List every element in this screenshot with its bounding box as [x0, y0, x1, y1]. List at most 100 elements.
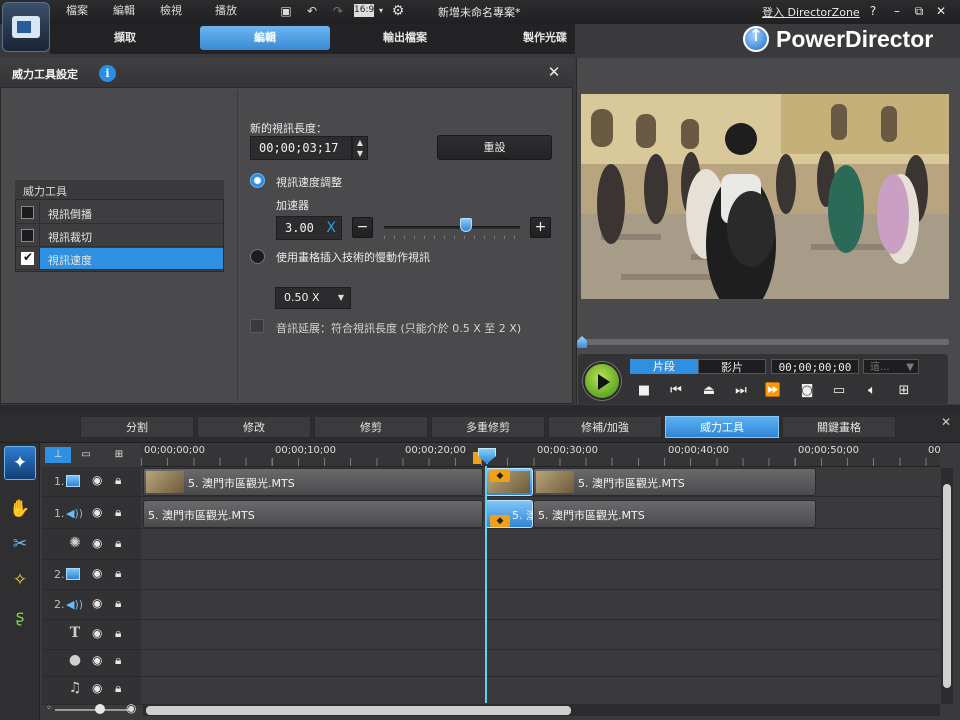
timecode-display[interactable]: 00;00;00;00 [771, 359, 859, 374]
room-tab-trim[interactable]: 修剪 [314, 416, 428, 438]
new-length-field[interactable]: 00;00;03;17 [250, 136, 352, 160]
track-row[interactable] [141, 590, 940, 620]
storyboard-view-button[interactable]: ▭ [75, 447, 97, 463]
lock-icon[interactable]: 🔒︎ [115, 566, 121, 581]
tool-item-checkbox[interactable] [21, 229, 34, 242]
play-button[interactable] [583, 362, 621, 400]
next-frame-icon[interactable]: ⏭ [731, 381, 751, 401]
playhead-line[interactable] [485, 466, 487, 703]
increase-speed-button[interactable]: + [530, 217, 551, 238]
volume-icon[interactable]: 🔈︎ [862, 381, 882, 401]
reset-button[interactable]: 重設 [437, 135, 552, 160]
lock-icon[interactable]: 🔒︎ [115, 536, 121, 551]
lock-icon[interactable]: 🔒︎ [115, 681, 121, 696]
mode-tab-capture[interactable]: 擷取 [60, 26, 190, 50]
eye-icon[interactable]: ◉ [92, 473, 102, 487]
display-mode-icon[interactable]: ▭ [829, 381, 849, 401]
more-options-icon[interactable]: ⊞ [894, 381, 914, 401]
audio-clip[interactable]: 5. 澳門市區觀光.MTS [143, 500, 483, 528]
video-clip[interactable]: 5. 澳門市區觀光.MTS [143, 468, 483, 496]
track-row[interactable] [141, 560, 940, 590]
video-clip[interactable]: 5. 澳門市區觀光.MTS [533, 468, 816, 496]
split-icon[interactable]: ⏏ [699, 381, 719, 401]
eye-icon[interactable]: ◉ [92, 536, 102, 550]
lock-icon[interactable]: 🔒︎ [115, 626, 121, 641]
lock-icon[interactable]: 🔒︎ [115, 596, 121, 611]
new-length-stepper[interactable]: ▲ ▼ [352, 136, 368, 160]
close-window-button[interactable]: ✕ [932, 3, 950, 19]
track-row[interactable] [141, 647, 940, 677]
add-track-button[interactable]: ⊞ [108, 447, 130, 463]
aspect-ratio-button[interactable]: 16:9 [354, 4, 374, 17]
eye-icon[interactable]: ◉ [92, 681, 102, 695]
speed-slider-track[interactable] [384, 226, 520, 229]
snapshot-camera-icon[interactable]: ◙ [797, 381, 817, 401]
decrease-speed-button[interactable]: − [352, 217, 373, 238]
mode-tab-create-disc[interactable]: 製作光碟 [480, 26, 610, 50]
zoom-slider-thumb[interactable] [95, 704, 105, 714]
panel-splitter[interactable] [0, 405, 960, 413]
stop-icon[interactable]: ■ [634, 381, 654, 401]
fast-forward-icon[interactable]: ⏩ [763, 381, 783, 401]
transition-icon[interactable]: ʂ [5, 603, 35, 631]
track-row[interactable] [141, 530, 940, 560]
previous-frame-icon[interactable]: ⏮ [666, 381, 686, 401]
close-icon[interactable]: ✕ [941, 415, 955, 429]
save-icon[interactable]: ▣ [278, 3, 294, 19]
settings-gear-icon[interactable]: ⚙ [390, 3, 406, 19]
zoom-out-icon[interactable]: ◦ [46, 703, 52, 714]
tool-item-speed[interactable]: 視訊速度 [16, 248, 223, 270]
eye-icon[interactable]: ◉ [92, 566, 102, 580]
lock-icon[interactable]: 🔒︎ [115, 473, 121, 488]
timeline-view-button[interactable]: ⊥ [45, 447, 71, 463]
room-tab-multi-trim[interactable]: 多重修剪 [431, 416, 545, 438]
close-icon[interactable]: ✕ [545, 63, 563, 81]
zoom-slider-track[interactable] [55, 709, 130, 711]
help-button[interactable]: ? [864, 3, 882, 19]
room-tab-split[interactable]: 分割 [80, 416, 194, 438]
track-row[interactable] [141, 675, 940, 705]
tool-item-crop[interactable]: 視訊裁切 [16, 225, 223, 247]
room-tab-power-tools[interactable]: 威力工具 [665, 416, 779, 438]
timeline-vertical-scroll-thumb[interactable] [943, 484, 951, 688]
redo-icon[interactable]: ↷ [330, 3, 346, 19]
login-directorzone-link[interactable]: 登入 DirectorZone [762, 4, 860, 20]
eye-icon[interactable]: ◉ [92, 653, 102, 667]
preview-progress-bar[interactable] [584, 339, 949, 345]
menu-view[interactable]: 檢視 [160, 3, 182, 19]
tool-item-checkbox[interactable] [21, 250, 34, 265]
scissors-icon[interactable]: ✂ [5, 530, 35, 558]
track-row[interactable] [141, 620, 940, 650]
magic-tools-icon[interactable]: ✦ [4, 446, 36, 480]
magic-wand-icon[interactable]: ✧ [5, 566, 35, 594]
multiplier-field[interactable]: 3.00 X [276, 216, 342, 240]
lock-icon[interactable]: 🔒︎ [115, 505, 121, 520]
tool-item-reverse[interactable]: 視訊倒播 [16, 202, 223, 224]
speed-slider-thumb[interactable] [459, 218, 472, 232]
mode-tab-edit[interactable]: 編輯 [200, 26, 330, 50]
playback-speed-select[interactable]: 這... ▼ [863, 359, 919, 374]
zoom-in-icon[interactable]: ◉ [126, 701, 136, 715]
audio-clip[interactable]: 5. 澳門市區觀光.MTS [533, 500, 816, 528]
undo-icon[interactable]: ↶ [304, 3, 320, 19]
lock-icon[interactable]: 🔒︎ [115, 653, 121, 668]
hand-icon[interactable]: ✋ [5, 495, 35, 523]
slow-rate-select[interactable]: 0.50 X ▼ [275, 287, 351, 309]
info-icon[interactable]: i [99, 65, 116, 82]
restore-button[interactable]: ⧉ [910, 3, 928, 19]
speed-adjust-radio[interactable] [250, 173, 265, 188]
timeline-horizontal-scroll-thumb[interactable] [146, 706, 571, 715]
room-tab-modify[interactable]: 修改 [197, 416, 311, 438]
room-tab-fix-enhance[interactable]: 修補/加強 [548, 416, 662, 438]
menu-playback[interactable]: 播放 [215, 3, 237, 19]
mode-tab-produce[interactable]: 輸出檔案 [340, 26, 470, 50]
room-tab-keyframe[interactable]: 關鍵畫格 [782, 416, 896, 438]
eye-icon[interactable]: ◉ [92, 626, 102, 640]
minimize-button[interactable]: – [888, 3, 906, 19]
eye-icon[interactable]: ◉ [92, 596, 102, 610]
frame-interp-radio[interactable] [250, 249, 265, 264]
eye-icon[interactable]: ◉ [92, 505, 102, 519]
aspect-ratio-dropdown-icon[interactable]: ▾ [373, 3, 389, 19]
menu-file[interactable]: 檔案 [66, 3, 88, 19]
movie-mode-button[interactable]: 影片 [698, 359, 766, 374]
